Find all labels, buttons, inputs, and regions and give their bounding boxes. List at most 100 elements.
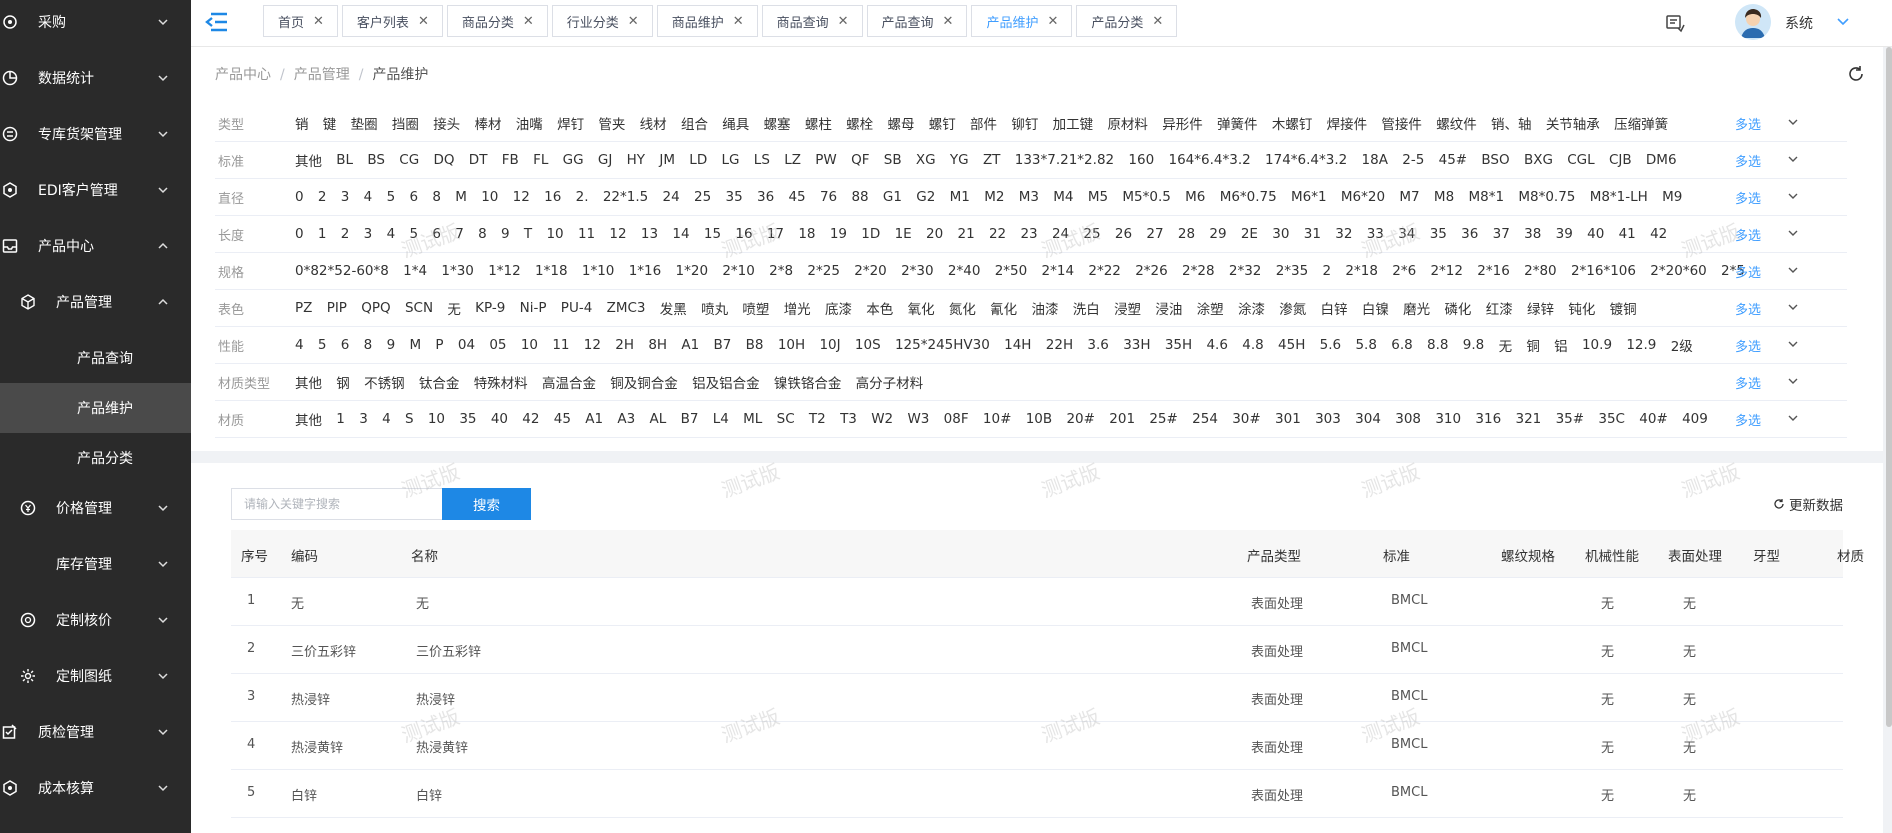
- filter-option[interactable]: M3: [1019, 189, 1039, 205]
- filter-option[interactable]: 33: [1367, 226, 1384, 242]
- filter-option[interactable]: 1*18: [535, 263, 568, 279]
- filter-option[interactable]: LD: [689, 152, 707, 168]
- filter-option[interactable]: 弹簧件: [1217, 113, 1258, 133]
- filter-option[interactable]: 铝: [1554, 335, 1568, 355]
- filter-option[interactable]: L4: [713, 411, 729, 427]
- filter-option[interactable]: LS: [754, 152, 770, 168]
- filter-option[interactable]: M7: [1399, 189, 1419, 205]
- filter-option[interactable]: LG: [722, 152, 740, 168]
- filter-option[interactable]: 36: [1461, 226, 1478, 242]
- message-icon[interactable]: [1665, 13, 1685, 33]
- filter-option[interactable]: 24: [663, 189, 680, 205]
- close-icon[interactable]: ✕: [1047, 14, 1058, 29]
- filter-option[interactable]: 88: [851, 189, 868, 205]
- sidebar-item-11[interactable]: 定制核价: [0, 592, 191, 648]
- filter-option[interactable]: 白锌: [1321, 298, 1348, 318]
- filter-option[interactable]: 无: [1499, 335, 1513, 355]
- filter-option[interactable]: 17: [767, 226, 784, 242]
- multi-select-link[interactable]: 多选: [1735, 188, 1761, 207]
- filter-option[interactable]: 38: [1524, 226, 1541, 242]
- filter-option[interactable]: 12: [513, 189, 530, 205]
- filter-option[interactable]: M5: [1088, 189, 1108, 205]
- filter-option[interactable]: BXG: [1524, 152, 1553, 168]
- filter-option[interactable]: 浸塑: [1114, 298, 1141, 318]
- filter-option[interactable]: 磨光: [1403, 298, 1430, 318]
- filter-option[interactable]: 19: [830, 226, 847, 242]
- filter-option[interactable]: 303: [1315, 411, 1341, 427]
- filter-option[interactable]: M6*20: [1341, 189, 1385, 205]
- filter-option[interactable]: 垫圈: [351, 113, 378, 133]
- filter-option[interactable]: PZ: [295, 300, 312, 316]
- filter-option[interactable]: 涂塑: [1197, 298, 1224, 318]
- filter-option[interactable]: 磷化: [1444, 298, 1471, 318]
- filter-option[interactable]: PIP: [327, 300, 347, 316]
- filter-option[interactable]: 254: [1192, 411, 1218, 427]
- filter-option[interactable]: M1: [950, 189, 970, 205]
- filter-option[interactable]: 45: [554, 411, 571, 427]
- filter-option[interactable]: 16: [735, 226, 752, 242]
- filter-option[interactable]: 1: [336, 411, 345, 427]
- filter-option[interactable]: 2*18: [1345, 263, 1378, 279]
- filter-option[interactable]: 5.6: [1320, 337, 1341, 353]
- filter-option[interactable]: LZ: [784, 152, 801, 168]
- sidebar-item-12[interactable]: 定制图纸: [0, 648, 191, 704]
- filter-option[interactable]: 14H: [1004, 337, 1031, 353]
- chevron-down-icon[interactable]: [1787, 412, 1799, 428]
- filter-option[interactable]: 2: [341, 226, 350, 242]
- filter-option[interactable]: ZT: [983, 152, 1001, 168]
- filter-option[interactable]: 钢: [336, 372, 350, 392]
- filter-option[interactable]: 41: [1619, 226, 1636, 242]
- filter-option[interactable]: A3: [617, 411, 635, 427]
- filter-option[interactable]: 40#: [1639, 411, 1668, 427]
- filter-option[interactable]: 8: [364, 337, 373, 353]
- filter-option[interactable]: PU-4: [561, 300, 592, 316]
- filter-option[interactable]: M2: [984, 189, 1004, 205]
- filter-option[interactable]: 铜及铜合金: [610, 372, 678, 392]
- filter-option[interactable]: W3: [907, 411, 929, 427]
- filter-option[interactable]: 2*16: [1477, 263, 1510, 279]
- filter-option[interactable]: XG: [916, 152, 936, 168]
- filter-option[interactable]: 原材料: [1107, 113, 1148, 133]
- filter-option[interactable]: 22: [989, 226, 1006, 242]
- filter-option[interactable]: 销、轴: [1491, 113, 1532, 133]
- filter-option[interactable]: 31: [1304, 226, 1321, 242]
- filter-option[interactable]: 发黑: [660, 298, 687, 318]
- filter-option[interactable]: SCN: [405, 300, 433, 316]
- filter-option[interactable]: 氰化: [990, 298, 1017, 318]
- filter-option[interactable]: 35: [726, 189, 743, 205]
- sidebar-item-14[interactable]: 成本核算: [0, 760, 191, 816]
- tab-0[interactable]: 首页 ✕: [263, 5, 338, 37]
- filter-option[interactable]: P: [435, 337, 443, 353]
- filter-option[interactable]: 其他: [295, 372, 322, 392]
- filter-option[interactable]: M6*1: [1291, 189, 1327, 205]
- filter-option[interactable]: 6: [409, 189, 418, 205]
- filter-option[interactable]: 2: [1323, 263, 1332, 279]
- close-icon[interactable]: ✕: [313, 14, 324, 29]
- filter-option[interactable]: 301: [1275, 411, 1301, 427]
- multi-select-link[interactable]: 多选: [1735, 373, 1761, 392]
- filter-option[interactable]: JM: [659, 152, 675, 168]
- filter-option[interactable]: 洗白: [1073, 298, 1100, 318]
- filter-option[interactable]: 组合: [681, 113, 708, 133]
- filter-option[interactable]: 321: [1515, 411, 1541, 427]
- filter-option[interactable]: 4: [387, 226, 396, 242]
- filter-option[interactable]: 2*28: [1182, 263, 1215, 279]
- filter-option[interactable]: CJB: [1609, 152, 1632, 168]
- filter-option[interactable]: DQ: [433, 152, 454, 168]
- filter-option[interactable]: T3: [840, 411, 857, 427]
- filter-option[interactable]: 1*30: [441, 263, 474, 279]
- filter-option[interactable]: 焊接件: [1327, 113, 1368, 133]
- filter-option[interactable]: GG: [563, 152, 584, 168]
- filter-option[interactable]: 高温合金: [542, 372, 596, 392]
- filter-option[interactable]: 35H: [1165, 337, 1192, 353]
- filter-option[interactable]: 其他: [295, 150, 322, 170]
- filter-option[interactable]: 1: [318, 226, 327, 242]
- filter-option[interactable]: 37: [1493, 226, 1510, 242]
- filter-option[interactable]: 0*82*52-60*8: [295, 263, 389, 279]
- filter-option[interactable]: 12: [584, 337, 601, 353]
- table-row[interactable]: 2 三价五彩锌 三价五彩锌 表面处理 BMCL 无 无: [231, 626, 1843, 674]
- filter-option[interactable]: 螺柱: [805, 113, 832, 133]
- filter-option[interactable]: 0: [295, 189, 304, 205]
- filter-option[interactable]: 键: [323, 113, 337, 133]
- filter-option[interactable]: 5.8: [1355, 337, 1376, 353]
